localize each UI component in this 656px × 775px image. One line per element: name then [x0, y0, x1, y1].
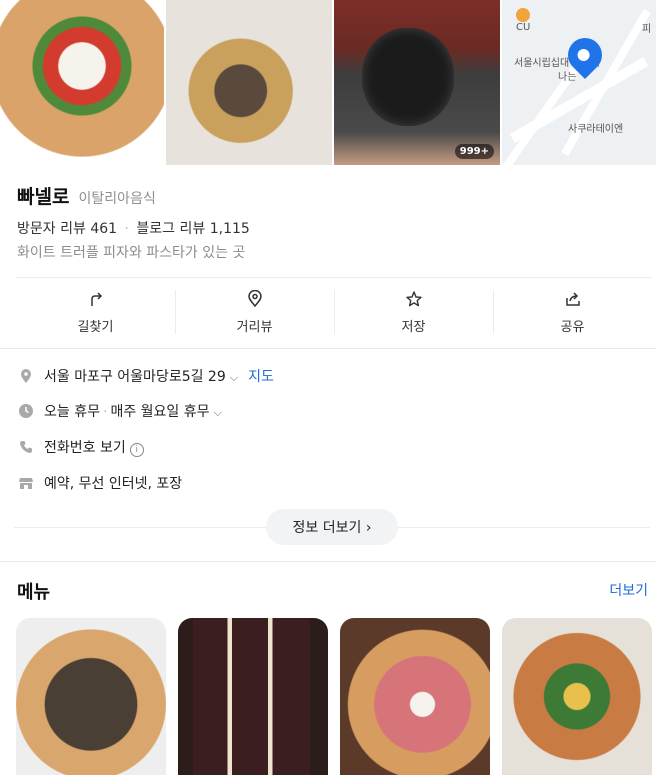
- street-view-label: 거리뷰: [236, 320, 273, 335]
- review-summary: 방문자 리뷰 461 · 블로그 리뷰 1,115: [17, 218, 250, 238]
- menu-photo[interactable]: [502, 618, 652, 775]
- map-label-cu-sub: 피: [642, 24, 652, 35]
- map-label-near: 나는: [558, 72, 577, 83]
- more-info-label: 정보 더보기: [292, 520, 362, 536]
- section-separator: [0, 561, 656, 562]
- chevron-down-icon[interactable]: ⌵: [214, 406, 222, 419]
- menu-photo-list: [16, 618, 652, 775]
- menu-photo[interactable]: [340, 618, 490, 775]
- save-button[interactable]: 저장: [334, 278, 493, 347]
- place-description: 화이트 트러플 피자와 파스타가 있는 곳: [17, 245, 246, 261]
- address-text[interactable]: 서울 마포구 어울마당로5길 29: [44, 369, 226, 385]
- blog-review-label[interactable]: 블로그 리뷰: [136, 221, 205, 237]
- menu-photo[interactable]: [16, 618, 166, 775]
- save-label: 저장: [401, 320, 426, 335]
- photo-pizza[interactable]: [0, 0, 164, 165]
- separator-dot: ·: [102, 404, 108, 420]
- directions-icon: [90, 292, 102, 306]
- directions-label: 길찾기: [77, 320, 114, 335]
- section-separator: [0, 348, 656, 349]
- visitor-review-label[interactable]: 방문자 리뷰: [17, 221, 86, 237]
- more-info-section: 정보 더보기 ›: [14, 509, 650, 545]
- info-icon[interactable]: i: [129, 443, 144, 457]
- action-bar: 길찾기 거리뷰 저장 공유: [16, 278, 652, 347]
- amenities-row: 예약, 무선 인터넷, 포장: [18, 473, 182, 493]
- photo-strip: 999+ CU 피 서울시립십대 강센터 나는 사쿠라테이엔: [0, 0, 656, 165]
- clock-icon: [19, 404, 33, 418]
- more-info-button[interactable]: 정보 더보기 ›: [266, 509, 398, 545]
- location-pin-icon: [21, 369, 31, 383]
- store-icon: [19, 478, 33, 489]
- map-label-cu: CU: [516, 22, 531, 33]
- phone-icon: [20, 441, 32, 453]
- photo-truffle[interactable]: 999+: [334, 0, 500, 165]
- truffle-image: [362, 28, 454, 126]
- hours-row[interactable]: 오늘 휴무 · 매주 월요일 휴무 ⌵: [18, 401, 222, 421]
- share-label: 공유: [560, 320, 585, 335]
- map-link[interactable]: 지도: [248, 366, 274, 386]
- place-name: 빠넬로: [17, 186, 70, 208]
- place-category: 이탈리아음식: [78, 191, 156, 207]
- address-text-wrap[interactable]: 서울 마포구 어울마당로5길 29 ⌵: [44, 366, 238, 386]
- map-label-sakura: 사쿠라테이엔: [568, 124, 624, 135]
- amenities-text: 예약, 무선 인터넷, 포장: [44, 476, 183, 492]
- chevron-down-icon[interactable]: ⌵: [230, 371, 238, 384]
- menu-more-link[interactable]: 더보기: [609, 580, 648, 600]
- mini-map[interactable]: CU 피 서울시립십대 강센터 나는 사쿠라테이엔: [502, 0, 656, 165]
- photo-pasta[interactable]: [166, 0, 332, 165]
- visitor-review-count[interactable]: 461: [90, 221, 117, 237]
- directions-button[interactable]: 길찾기: [16, 278, 175, 347]
- blog-review-count[interactable]: 1,115: [210, 221, 250, 237]
- menu-photo[interactable]: [178, 618, 328, 775]
- phone-row[interactable]: 전화번호 보기 i: [18, 437, 144, 457]
- photo-count-badge: 999+: [454, 144, 494, 159]
- separator-dot: ·: [124, 221, 129, 237]
- hours-status: 오늘 휴무: [44, 404, 100, 420]
- chevron-right-icon: ›: [365, 520, 372, 536]
- place-header: 빠넬로 이탈리아음식: [17, 182, 156, 209]
- street-view-button[interactable]: 거리뷰: [175, 278, 334, 347]
- cu-store-icon: [516, 8, 530, 22]
- street-view-icon: [247, 290, 262, 308]
- share-button[interactable]: 공유: [493, 278, 652, 347]
- menu-title: 메뉴: [17, 582, 51, 603]
- phone-text[interactable]: 전화번호 보기: [44, 440, 126, 456]
- address-row: 서울 마포구 어울마당로5길 29 ⌵ 지도: [18, 366, 274, 386]
- star-icon: [405, 291, 422, 307]
- share-icon: [565, 292, 580, 306]
- hours-detail: 매주 월요일 휴무: [110, 404, 210, 420]
